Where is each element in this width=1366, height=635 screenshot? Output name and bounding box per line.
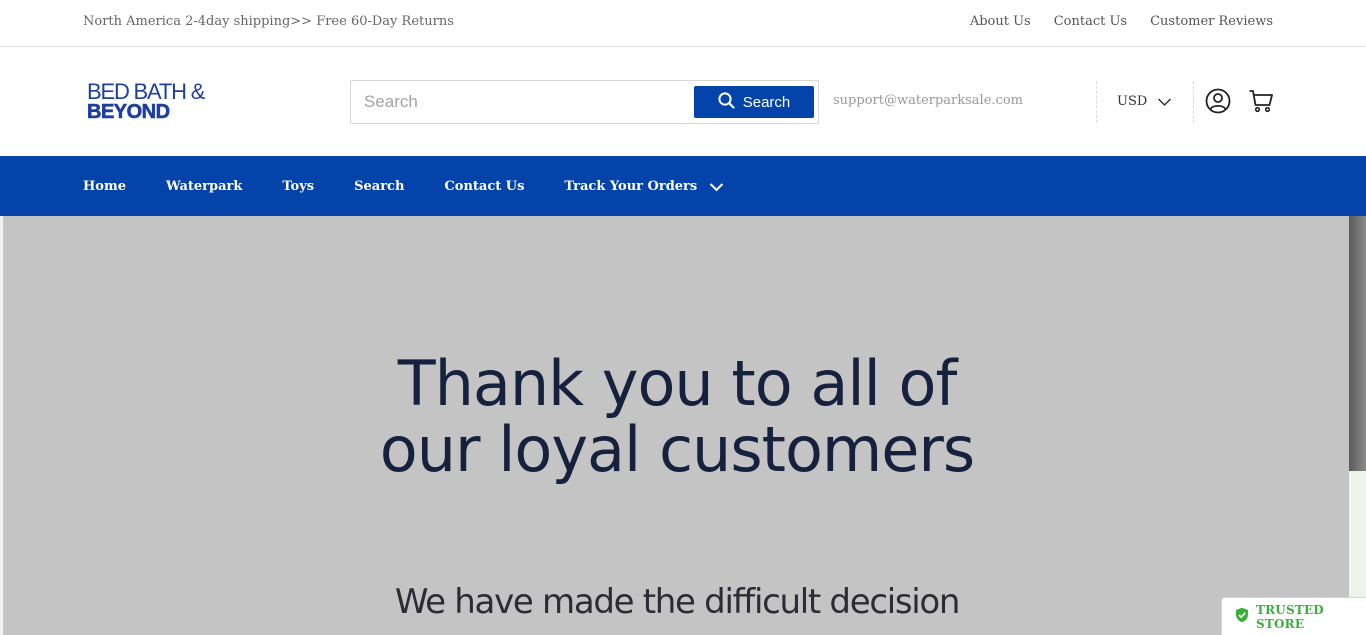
search-button[interactable]: Search	[694, 86, 814, 118]
nav-item-home[interactable]: Home	[83, 179, 126, 194]
nav-item-label: Contact Us	[444, 178, 525, 194]
shipping-promo: North America 2-4day shipping>> Free 60-…	[83, 14, 454, 29]
hero-slide: Thank you to all of our loyal customers …	[3, 216, 1349, 635]
nav-item-waterpark[interactable]: Waterpark	[166, 179, 242, 194]
header-divider	[1193, 81, 1194, 123]
top-links: About Us Contact Us Customer Reviews	[970, 14, 1273, 29]
header-divider	[1096, 81, 1097, 123]
nav-item-label: Home	[83, 178, 126, 194]
next-slide-peek	[1349, 216, 1366, 635]
search-icon	[718, 92, 735, 112]
search-input[interactable]	[364, 89, 684, 115]
nav-item-search[interactable]: Search	[354, 179, 404, 194]
nav-item-label: Waterpark	[165, 178, 243, 194]
currency-selector[interactable]: USD	[1117, 92, 1172, 111]
nav-item-label: Search	[354, 178, 405, 194]
search-button-label: Search	[742, 93, 791, 111]
top-link-about-us[interactable]: About Us	[970, 14, 1031, 29]
support-email[interactable]: support@waterparksale.com	[833, 93, 1023, 108]
cart-icon[interactable]	[1248, 88, 1274, 114]
trusted-store-badge[interactable]: TRUSTED STORE	[1221, 597, 1366, 635]
nav-item-toys[interactable]: Toys	[282, 179, 314, 194]
shield-check-icon	[1235, 607, 1249, 627]
nav-item-contact-us[interactable]: Contact Us	[444, 179, 524, 194]
chevron-down-icon	[709, 177, 724, 196]
hero-subtext: We have made the difficult decision	[394, 582, 961, 622]
top-link-customer-reviews[interactable]: Customer Reviews	[1150, 14, 1273, 29]
currency-label: USD	[1117, 94, 1148, 109]
main-nav: Home Waterpark Toys Search Contact Us Tr…	[0, 156, 1366, 216]
logo-line-1: BED BATH &	[87, 79, 205, 104]
hero-headline: Thank you to all of our loyal customers	[4, 351, 1350, 483]
nav-item-track-your-orders[interactable]: Track Your Orders	[564, 177, 724, 196]
account-icon[interactable]	[1205, 88, 1231, 114]
search-box: Search	[350, 80, 819, 124]
top-link-contact-us[interactable]: Contact Us	[1054, 14, 1127, 29]
site-header: BED BATH & BEYOND Search support@waterpa…	[0, 48, 1366, 156]
trusted-store-label: TRUSTED STORE	[1256, 602, 1324, 631]
nav-item-label: Toys	[282, 178, 315, 194]
hero-banner[interactable]: Thank you to all of our loyal customers …	[0, 216, 1366, 635]
logo-line-2: BEYOND	[87, 101, 171, 123]
chevron-down-icon	[1157, 92, 1172, 111]
top-bar: North America 2-4day shipping>> Free 60-…	[0, 0, 1366, 47]
hero-headline-line-1: Thank you to all of	[397, 347, 958, 420]
nav-item-label: Track Your Orders	[564, 178, 698, 194]
brand-logo[interactable]: BED BATH & BEYOND	[87, 79, 217, 123]
hero-headline-line-2: our loyal customers	[379, 413, 975, 486]
